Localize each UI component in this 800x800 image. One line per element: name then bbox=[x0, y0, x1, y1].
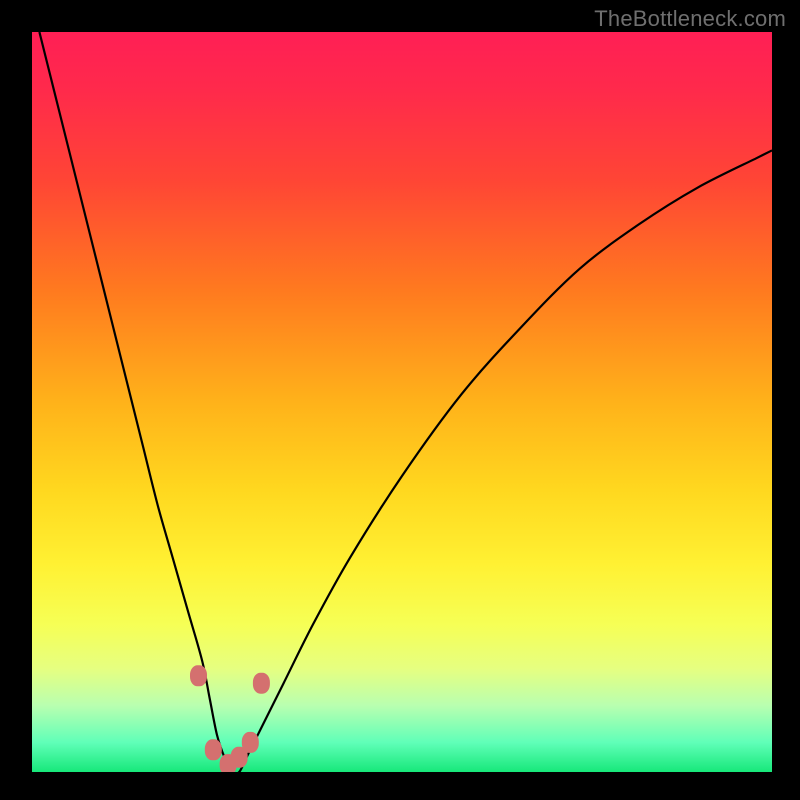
watermark-text: TheBottleneck.com bbox=[594, 6, 786, 32]
curve-marker bbox=[205, 740, 221, 760]
curve-markers bbox=[191, 666, 270, 772]
curve-marker bbox=[253, 673, 269, 693]
plot-area bbox=[32, 32, 772, 772]
outer-frame: TheBottleneck.com bbox=[0, 0, 800, 800]
curve-marker bbox=[242, 732, 258, 752]
curve-layer bbox=[32, 32, 772, 772]
curve-marker bbox=[191, 666, 207, 686]
bottleneck-curve bbox=[39, 32, 772, 772]
